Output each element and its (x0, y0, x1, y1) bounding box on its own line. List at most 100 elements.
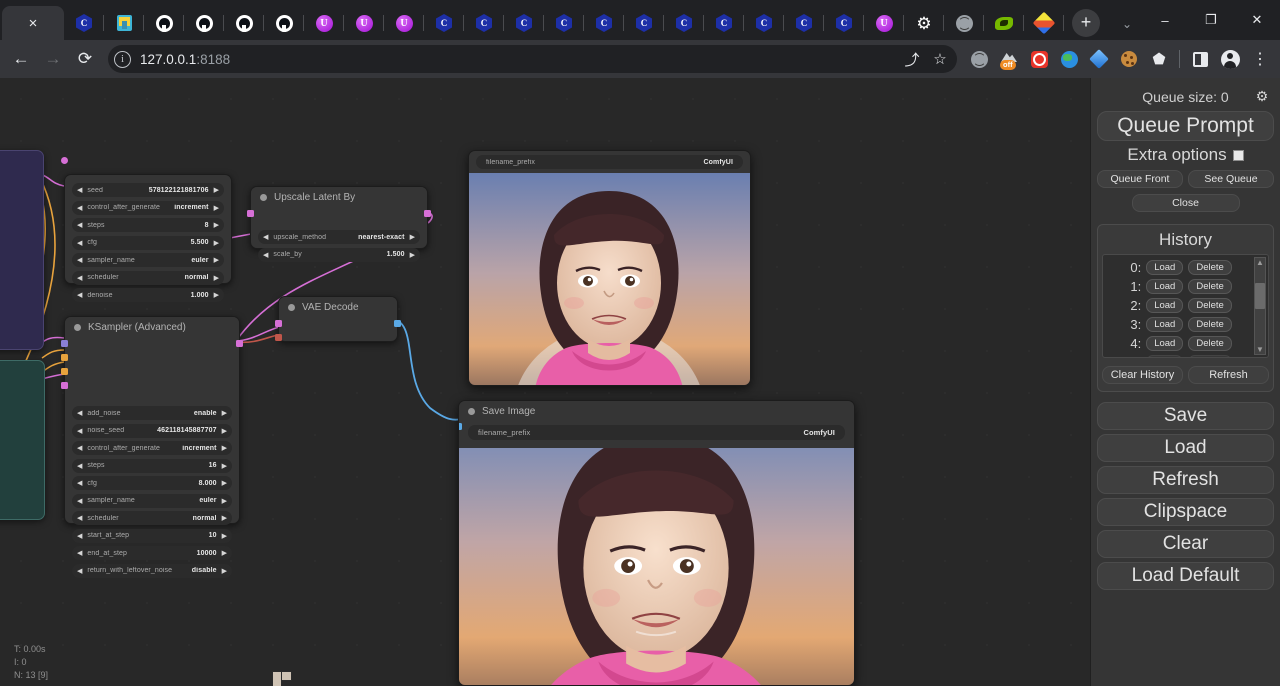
history-load-button[interactable]: Load (1146, 298, 1183, 313)
tab-comfy-10[interactable]: C (744, 6, 784, 40)
slot-image-output[interactable] (394, 320, 401, 327)
widget-denoise[interactable]: ◀ denoise 1.000 ▶ (72, 288, 224, 302)
increment-arrow-icon[interactable]: ▶ (222, 567, 227, 575)
settings-gear-icon[interactable]: ⚙ (1254, 88, 1270, 104)
clear-history-button[interactable]: Clear History (1102, 366, 1183, 384)
tab-purple-1[interactable]: U (304, 6, 344, 40)
widget-sampler-name-adv[interactable]: ◀ sampler_name euler ▶ (72, 494, 232, 508)
widget-return-with-leftover-noise[interactable]: ◀ return_with_leftover_noise disable ▶ (72, 564, 232, 578)
close-icon[interactable]: × (25, 15, 41, 31)
tab-comfy-8[interactable]: C (664, 6, 704, 40)
slot-images-input[interactable] (458, 423, 462, 430)
tab-comfy-9[interactable]: C (704, 6, 744, 40)
history-delete-button[interactable]: Delete (1188, 355, 1231, 358)
resize-corner-handle[interactable] (272, 671, 290, 686)
history-scroll-thumb[interactable] (1255, 283, 1265, 309)
reload-button[interactable]: ⟳ (70, 44, 100, 74)
widget-start-at-step[interactable]: ◀ start_at_step 10 ▶ (72, 529, 232, 543)
extra-options-checkbox[interactable] (1233, 150, 1244, 161)
widget-scale-by[interactable]: ◀ scale_by 1.500 ▶ (258, 248, 420, 262)
ksampler-node[interactable]: ◀ seed 578122121881706 ▶ ◀ control_after… (64, 174, 232, 284)
queue-front-button[interactable]: Queue Front (1097, 170, 1183, 188)
globe-extension-icon[interactable] (965, 44, 993, 74)
increment-arrow-icon[interactable]: ▶ (222, 549, 227, 557)
ksampler-advanced-node[interactable]: KSampler (Advanced) ◀ add_noise enable ▶ (64, 316, 240, 524)
node-collapse-icon[interactable] (74, 324, 81, 331)
widget-steps[interactable]: ◀ steps 8 ▶ (72, 218, 224, 232)
increment-arrow-icon[interactable]: ▶ (222, 462, 227, 470)
tab-comfy-11[interactable]: C (784, 6, 824, 40)
vae-decode-title-bar[interactable]: VAE Decode (279, 297, 397, 318)
increment-arrow-icon[interactable]: ▶ (214, 204, 219, 212)
widget-control-after-generate-adv[interactable]: ◀ control_after_generate increment ▶ (72, 441, 232, 455)
slot-latent-output[interactable] (424, 210, 431, 217)
window-maximize-button[interactable]: ❐ (1188, 0, 1234, 40)
tab-purple-2[interactable]: U (344, 6, 384, 40)
save-image-node-bottom[interactable]: Save Image filename_prefix ComfyUI (458, 400, 855, 686)
refresh-history-button[interactable]: Refresh (1188, 366, 1269, 384)
clipspace-button[interactable]: Clipspace (1097, 498, 1274, 526)
widget-cfg[interactable]: ◀ cfg 5.500 ▶ (72, 236, 224, 250)
tab-settings[interactable]: ⚙ (904, 6, 944, 40)
slot-model-input[interactable] (61, 340, 68, 347)
history-delete-button[interactable]: Delete (1188, 336, 1231, 351)
widget-add-noise[interactable]: ◀ add_noise enable ▶ (72, 406, 232, 420)
tab-comfy-12[interactable]: C (824, 6, 864, 40)
history-load-button[interactable]: Load (1146, 260, 1183, 275)
tab-github-1[interactable] (144, 6, 184, 40)
save-image-node-top[interactable]: filename_prefix ComfyUI (468, 150, 751, 386)
positive-prompt-node[interactable]: iling ils, soft , RAW, urred h the led s… (0, 150, 44, 350)
close-button[interactable]: Close (1132, 194, 1240, 212)
profile-avatar-icon[interactable] (1216, 44, 1244, 74)
more-menu-icon[interactable]: ⋮ (1246, 44, 1274, 74)
save-image-bottom-title-bar[interactable]: Save Image (459, 401, 854, 422)
widget-filename-prefix-bottom[interactable]: filename_prefix ComfyUI (468, 425, 845, 440)
slot-vae-input[interactable] (275, 334, 282, 341)
preview-image-bottom[interactable] (459, 448, 854, 686)
address-bar[interactable]: i 127.0.0.1:8188 ⤴ ☆ (108, 45, 957, 73)
widget-upscale-method[interactable]: ◀ upscale_method nearest-exact ▶ (258, 230, 420, 244)
tab-github-2[interactable] (184, 6, 224, 40)
node-collapse-icon[interactable] (288, 304, 295, 311)
tab-purple-3[interactable]: U (384, 6, 424, 40)
negative-prompt-text[interactable]: ve:0.5], utilated, limbs, , missing , ne… (0, 361, 44, 493)
slot-positive-input[interactable] (61, 354, 68, 361)
bookmark-star-icon[interactable]: ☆ (927, 46, 953, 72)
active-tab[interactable]: × (2, 6, 64, 40)
history-delete-button[interactable]: Delete (1188, 279, 1231, 294)
vae-decode-node[interactable]: VAE Decode (278, 296, 398, 342)
tab-comfy-6[interactable]: C (584, 6, 624, 40)
tab-toolbox[interactable] (104, 6, 144, 40)
widget-noise-seed[interactable]: ◀ noise_seed 462118145887707 ▶ (72, 424, 232, 438)
tab-paint[interactable] (1024, 6, 1064, 40)
history-load-button[interactable]: Load (1146, 336, 1183, 351)
back-button[interactable]: ← (6, 44, 36, 74)
negative-prompt-node[interactable]: ve:0.5], utilated, limbs, , missing , ne… (0, 360, 45, 520)
forward-button[interactable]: → (38, 44, 68, 74)
load-button[interactable]: Load (1097, 434, 1274, 462)
tab-globe[interactable] (944, 6, 984, 40)
increment-arrow-icon[interactable]: ▶ (222, 479, 227, 487)
widget-end-at-step[interactable]: ◀ end_at_step 10000 ▶ (72, 546, 232, 560)
tab-github-3[interactable] (224, 6, 264, 40)
increment-arrow-icon[interactable]: ▶ (214, 291, 219, 299)
share-icon[interactable]: ⤴ (899, 46, 925, 72)
tab-comfy-3[interactable]: C (464, 6, 504, 40)
cookie-icon[interactable] (1115, 44, 1143, 74)
window-close-button[interactable]: ✕ (1234, 0, 1280, 40)
increment-arrow-icon[interactable]: ▶ (214, 256, 219, 264)
slot-model-input[interactable] (61, 157, 68, 164)
increment-arrow-icon[interactable]: ▶ (214, 221, 219, 229)
blue-diamond-icon[interactable] (1085, 44, 1113, 74)
upscale-latent-by-title-bar[interactable]: Upscale Latent By (251, 187, 427, 208)
history-delete-button[interactable]: Delete (1188, 260, 1231, 275)
increment-arrow-icon[interactable]: ▶ (222, 409, 227, 417)
history-delete-button[interactable]: Delete (1188, 298, 1231, 313)
slot-latent-output[interactable] (236, 340, 243, 347)
graph-canvas[interactable]: iling ils, soft , RAW, urred h the led s… (0, 78, 1090, 686)
widget-steps-adv[interactable]: ◀ steps 16 ▶ (72, 459, 232, 473)
history-load-button[interactable]: Load (1146, 355, 1183, 358)
slot-latent-input[interactable] (247, 210, 254, 217)
widget-sampler-name[interactable]: ◀ sampler_name euler ▶ (72, 253, 224, 267)
widget-filename-prefix-top[interactable]: filename_prefix ComfyUI (476, 155, 743, 169)
